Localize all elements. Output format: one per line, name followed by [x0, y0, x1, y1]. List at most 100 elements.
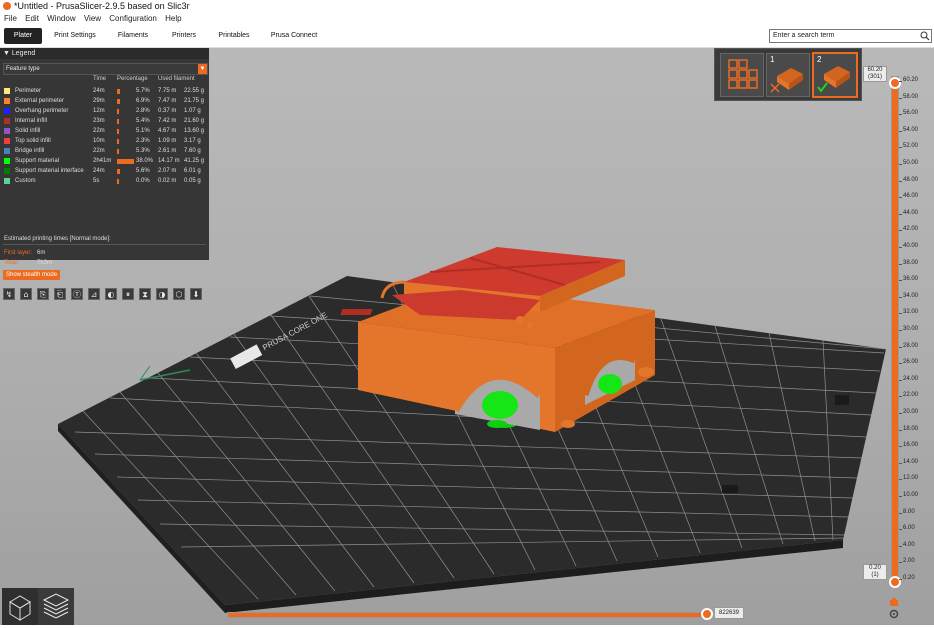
move-slider-track[interactable]: [227, 612, 707, 618]
color-swatch: [4, 158, 10, 164]
plate-2-thumb[interactable]: 2: [812, 52, 858, 98]
preview-button[interactable]: [38, 588, 74, 625]
layer-tick-mark: [899, 462, 902, 464]
layer-tick-label: 38.00: [903, 259, 919, 266]
col-time: Time: [93, 76, 107, 82]
layer-tick-mark: [899, 529, 902, 531]
layer-tick-label: 16.00: [903, 442, 919, 449]
menu-configuration[interactable]: Configuration: [109, 13, 157, 24]
color-changes-icon[interactable]: ◐: [105, 288, 117, 300]
search-box: [769, 29, 932, 43]
menu-view[interactable]: View: [84, 13, 101, 24]
layer-tick-label: 48.00: [903, 176, 919, 183]
travel-icon[interactable]: ↯: [3, 288, 15, 300]
percentage-bar: [117, 159, 134, 164]
percentage-bar: [117, 89, 120, 94]
layer-tick-mark: [899, 413, 902, 414]
legend-row[interactable]: Top solid infill 10m 2.3% 1.09 m 3.17 g: [0, 137, 209, 147]
3d-view-button[interactable]: [2, 588, 38, 625]
row-percentage: 2.3%: [136, 138, 150, 144]
legend-row[interactable]: Solid infill 22m 5.1% 4.67 m 13.60 g: [0, 127, 209, 137]
col-percentage: Percentage: [117, 76, 148, 82]
layer-tick-mark: [899, 346, 902, 348]
menu-edit[interactable]: Edit: [25, 13, 39, 24]
layer-tick-mark: [899, 429, 902, 431]
show-stealth-mode-button[interactable]: Show stealth mode: [3, 270, 61, 280]
layer-lower-thumb[interactable]: [889, 576, 901, 588]
percentage-bar: [117, 149, 120, 154]
search-icon[interactable]: [919, 30, 930, 42]
layer-tick-mark: [899, 230, 902, 232]
legend-row[interactable]: Internal infill 23m 5.4% 7.42 m 21.60 g: [0, 117, 209, 127]
tab-print-settings[interactable]: Print Settings: [50, 28, 100, 44]
tab-plater[interactable]: Plater: [4, 28, 42, 44]
layer-bottom-index: (1): [871, 572, 879, 578]
dropdown-arrow-icon[interactable]: ▼: [198, 64, 207, 74]
arrange-plates-button[interactable]: [720, 53, 764, 97]
row-name: Support material interface: [15, 168, 84, 174]
shells-icon[interactable]: ⬡: [173, 288, 185, 300]
deretractions-icon[interactable]: ⎗: [54, 288, 66, 300]
color-swatch: [4, 138, 10, 144]
layer-top-index: (301): [867, 74, 882, 80]
legend-row[interactable]: Support material 2h41m 38.0% 14.17 m 41.25 g: [0, 157, 209, 167]
row-name: Solid infill: [15, 128, 41, 134]
percentage-bar: [117, 109, 119, 114]
center-of-gravity-icon[interactable]: ◑: [156, 288, 168, 300]
row-time: 10m: [93, 138, 105, 144]
layer-tick-label: 20.00: [903, 409, 919, 415]
seams-icon[interactable]: Ⓣ: [71, 288, 83, 300]
cog-icon[interactable]: [889, 597, 899, 607]
settings-gear-icon[interactable]: [888, 608, 900, 620]
view-type-select[interactable]: Feature type ▼: [3, 63, 208, 75]
svg-text:⧗: ⧗: [142, 290, 148, 299]
row-length: 1.09 m: [158, 138, 177, 144]
legend-row[interactable]: Overhang perimeter 12m 2.8% 0.37 m 1.07 g: [0, 107, 209, 117]
tool-marker-icon[interactable]: ⬇: [190, 288, 202, 300]
legend-row[interactable]: External perimeter 29m 6.9% 7.47 m 21.75 g: [0, 97, 209, 107]
layer-tick-label: 12.00: [903, 475, 919, 482]
layer-upper-thumb[interactable]: [889, 77, 901, 89]
legend-row[interactable]: Perimeter 24m 5.7% 7.75 m 22.55 g: [0, 87, 209, 97]
row-length: 14.17 m: [158, 158, 180, 164]
tab-printers[interactable]: Printers: [166, 28, 202, 44]
legend-row[interactable]: Bridge infill 22m 5.3% 2.61 m 7.60 g: [0, 147, 209, 157]
legend-row[interactable]: Custom 5s 0.0% 0.02 m 0.05 g: [0, 177, 209, 187]
retractions-icon[interactable]: ⎘: [37, 288, 49, 300]
layer-slider[interactable]: 60.20 (301) 0.20 (1) 60.20 58.00 56.00 54.0…: [860, 65, 934, 625]
row-time: 2h41m: [93, 158, 112, 164]
row-weight: 7.60 g: [184, 148, 201, 154]
legend-header[interactable]: ▼ Legend: [0, 48, 209, 59]
layer-tick-mark: [899, 313, 902, 315]
layer-tick-mark: [899, 512, 902, 514]
tool-changes-icon[interactable]: ⊿: [88, 288, 100, 300]
row-weight: 0.05 g: [184, 178, 201, 184]
pause-icon[interactable]: ⏸: [122, 288, 134, 300]
layer-tick-mark: [899, 296, 902, 298]
move-slider-thumb[interactable]: [701, 608, 713, 620]
tab-printables[interactable]: Printables: [213, 28, 255, 44]
menu-help[interactable]: Help: [165, 13, 181, 24]
menu-file[interactable]: File: [4, 13, 17, 24]
search-input[interactable]: [770, 30, 913, 41]
move-slider[interactable]: 822639: [227, 606, 747, 622]
tab-prusa-connect[interactable]: Prusa Connect: [267, 28, 321, 44]
custom-gcode-icon[interactable]: ⧗: [139, 288, 151, 300]
plate-1-thumb[interactable]: 1: [766, 53, 810, 97]
legend-row[interactable]: Support material interface 24m 5.6% 2.07 m 6…: [0, 167, 209, 177]
plate-selector: 1 2: [714, 48, 862, 101]
tab-filaments[interactable]: Filaments: [113, 28, 153, 44]
percentage-bar: [117, 179, 119, 184]
row-length: 7.47 m: [158, 98, 177, 104]
layer-tick-mark: [899, 213, 902, 215]
layer-tick-mark: [899, 545, 902, 547]
menu-window[interactable]: Window: [47, 13, 75, 24]
move-slider-value: 822639: [714, 607, 745, 619]
legend-panel: ▼ Legend Feature type ▼ Time Percentage …: [0, 48, 209, 300]
color-swatch: [4, 168, 10, 174]
row-weight: 21.60 g: [184, 118, 205, 124]
layer-tick-mark: [899, 147, 902, 149]
layer-tick-label: 52.00: [903, 143, 919, 150]
layer-slider-track[interactable]: [891, 76, 899, 584]
wipe-icon[interactable]: ⌂: [20, 288, 32, 300]
